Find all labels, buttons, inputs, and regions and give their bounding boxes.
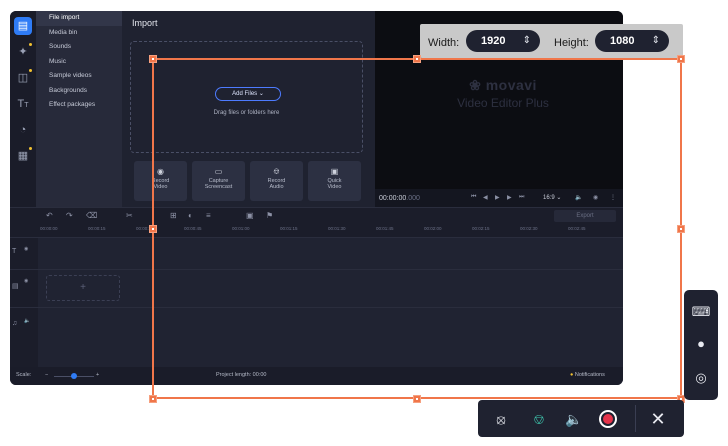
import-icon[interactable]: ▤	[14, 17, 32, 35]
menu-item-sample-videos[interactable]: Sample videos	[36, 69, 122, 84]
webcam-off-icon[interactable]: ⦻	[490, 408, 512, 430]
scale-label: Scale:	[16, 372, 32, 378]
resize-handle-right[interactable]	[677, 225, 685, 233]
menu-item-sounds[interactable]: Sounds	[36, 40, 122, 55]
resize-handle-top-left[interactable]	[149, 55, 157, 63]
transitions-icon[interactable]: ◫	[14, 69, 32, 87]
track-header: ▤ ◉	[10, 270, 38, 307]
video-track-icon: ▤	[12, 283, 19, 290]
zoom-in-icon[interactable]: +	[96, 372, 99, 378]
title-track-icon: T	[12, 248, 17, 255]
stepper-arrows-icon[interactable]: ⇕	[652, 30, 660, 52]
stickers-icon[interactable]: ◔	[14, 121, 32, 139]
record-button[interactable]	[599, 410, 617, 428]
recording-control-bar: ⦻ ⎊ 🔈 ✕	[478, 400, 684, 437]
microphone-icon[interactable]: ⎊	[528, 408, 550, 430]
scale-slider-knob[interactable]	[71, 373, 77, 379]
height-stepper[interactable]: 1080 ⇕	[595, 30, 669, 52]
magic-wand-icon[interactable]: ✦	[14, 43, 32, 61]
menu-item-effect-packages[interactable]: Effect packages	[36, 98, 122, 113]
track-header: T ◉	[10, 238, 38, 269]
titles-icon[interactable]: TT	[14, 95, 32, 113]
track-header: ♫ 🔈	[10, 308, 38, 367]
resize-handle-bottom-left[interactable]	[149, 395, 157, 403]
music-track-icon: ♫	[12, 320, 18, 327]
menu-item-music[interactable]: Music	[36, 55, 122, 70]
close-icon[interactable]: ✕	[647, 408, 669, 430]
menu-item-media-bin[interactable]: Media bin	[36, 26, 122, 41]
capture-area-frame[interactable]	[152, 58, 682, 399]
resize-handle-left[interactable]	[149, 225, 157, 233]
resize-handle-top[interactable]	[413, 55, 421, 63]
resize-handle-top-right[interactable]	[677, 55, 685, 63]
height-label: Height:	[554, 37, 589, 49]
width-stepper[interactable]: 1920 ⇕	[466, 30, 540, 52]
undo-icon[interactable]: ↶	[46, 211, 53, 220]
more-tools-icon[interactable]: ▦	[14, 147, 32, 165]
resize-handle-bottom[interactable]	[413, 395, 421, 403]
tool-sidebar: ▤ ✦ ◫ TT ◔ ▦	[10, 11, 36, 207]
cursor-highlight-icon[interactable]: ●	[684, 336, 718, 351]
import-menu: File import Media bin Sounds Music Sampl…	[36, 11, 122, 207]
width-label: Width:	[428, 37, 460, 49]
click-effect-icon[interactable]: ◎	[684, 370, 718, 386]
keyboard-icon[interactable]: ⌨	[684, 304, 718, 320]
stepper-arrows-icon[interactable]: ⇕	[523, 30, 531, 52]
menu-item-file-import[interactable]: File import	[36, 11, 122, 26]
zoom-out-icon[interactable]: −	[45, 372, 48, 378]
mute-icon[interactable]: 🔈	[24, 318, 30, 324]
visibility-icon[interactable]: ◉	[24, 246, 28, 252]
add-media-drop-target[interactable]: +	[46, 275, 120, 301]
delete-icon[interactable]: ⌫	[86, 211, 97, 220]
separator	[635, 405, 636, 432]
menu-item-backgrounds[interactable]: Backgrounds	[36, 84, 122, 99]
import-title: Import	[132, 18, 158, 28]
redo-icon[interactable]: ↷	[66, 211, 73, 220]
visibility-icon[interactable]: ◉	[24, 278, 28, 284]
speaker-icon[interactable]: 🔈	[563, 408, 585, 430]
capture-size-panel: Width: 1920 ⇕ Height: 1080 ⇕	[420, 24, 683, 58]
capture-options-panel: ⌨ ● ◎	[684, 290, 718, 400]
split-icon[interactable]: ✂	[126, 211, 133, 220]
